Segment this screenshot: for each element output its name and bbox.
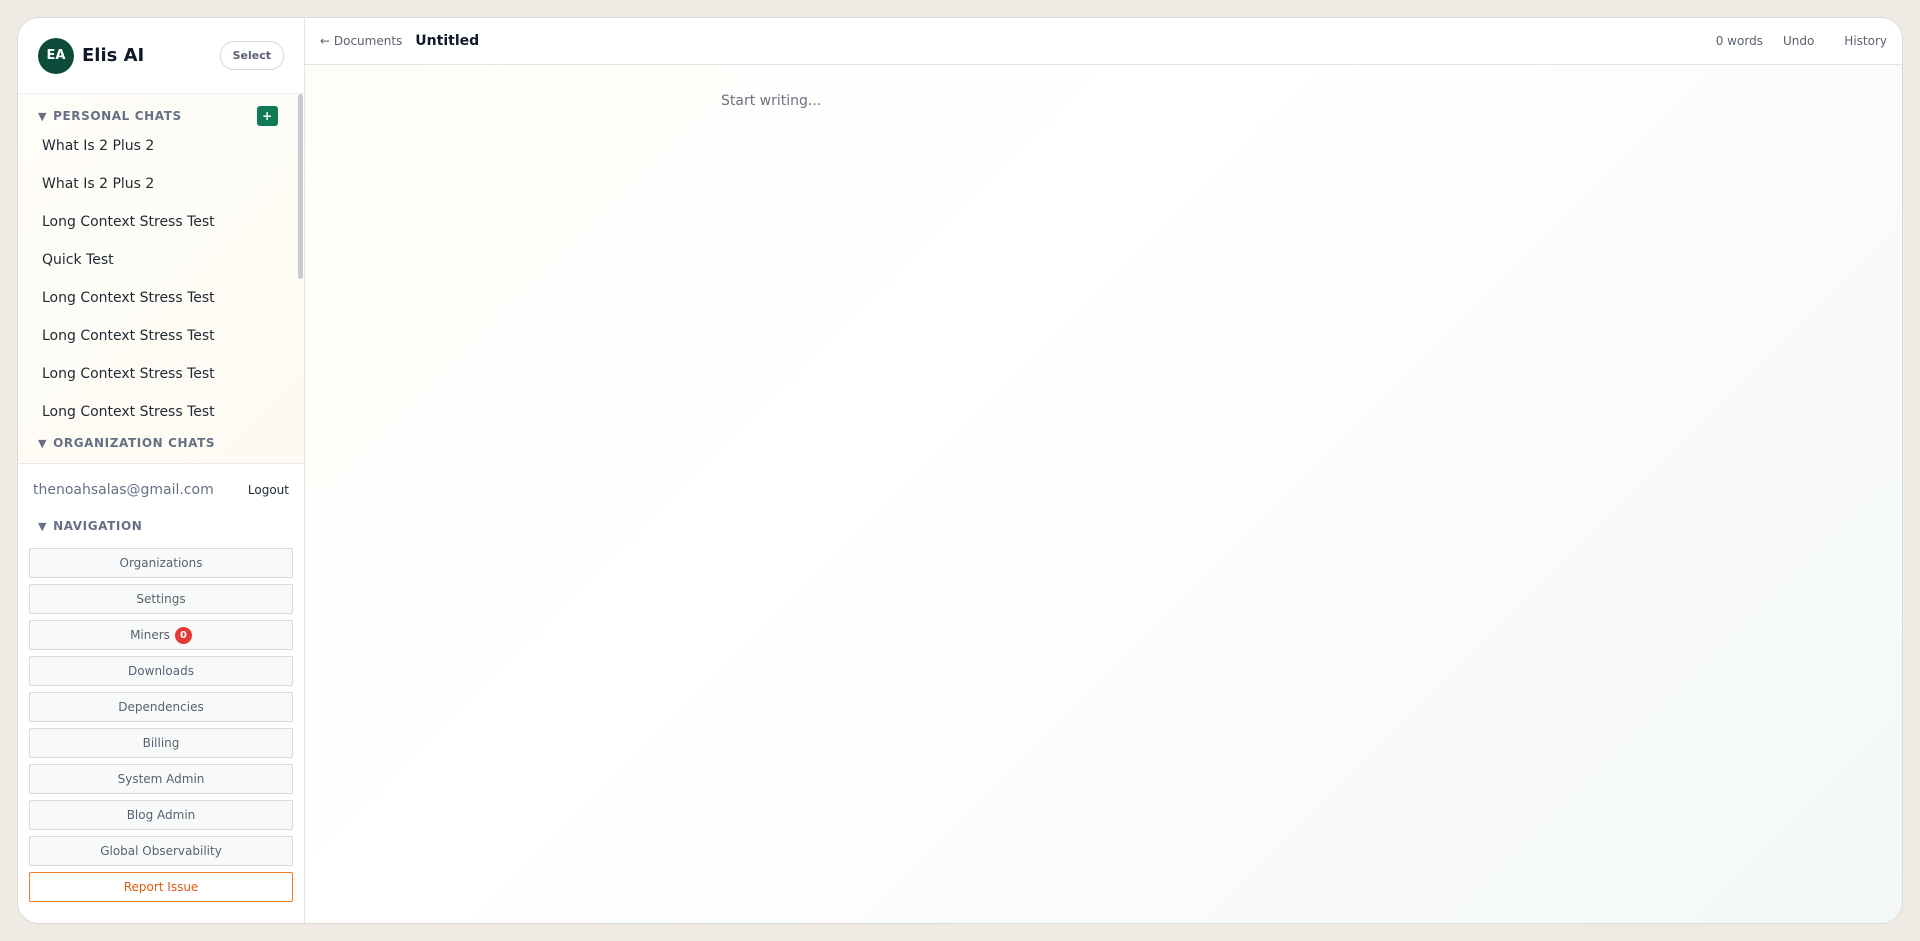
chat-item[interactable]: What Is 2 Plus 2	[18, 165, 304, 203]
nav-organizations-button[interactable]: Organizations	[29, 548, 293, 578]
personal-chat-list: What Is 2 Plus 2 What Is 2 Plus 2 Long C…	[18, 127, 304, 431]
collapse-triangle-icon: ▼	[38, 109, 48, 123]
sidebar-header: EA Elis AI Select	[18, 18, 304, 94]
app-window: EA Elis AI Select ▼ PERSONAL CHATS + Wha…	[17, 17, 1903, 924]
select-button[interactable]: Select	[219, 41, 284, 70]
navigation-header[interactable]: ▼ NAVIGATION	[18, 516, 304, 536]
organization-chats-header[interactable]: ▼ ORGANIZATION CHATS	[18, 433, 304, 453]
editor-toolbar: ← Documents Untitled 0 words Undo Histor…	[305, 18, 1902, 65]
user-email: thenoahsalas@gmail.com	[33, 482, 214, 498]
report-issue-button[interactable]: Report Issue	[29, 872, 293, 902]
avatar[interactable]: EA	[38, 37, 74, 74]
chat-item[interactable]: Long Context Stress Test	[18, 317, 304, 355]
new-chat-button[interactable]: +	[257, 106, 278, 126]
sidebar: EA Elis AI Select ▼ PERSONAL CHATS + Wha…	[18, 18, 305, 923]
nav-system-admin-button[interactable]: System Admin	[29, 764, 293, 794]
navigation-title: NAVIGATION	[53, 519, 143, 533]
nav-billing-button[interactable]: Billing	[29, 728, 293, 758]
document-title[interactable]: Untitled	[415, 33, 1715, 49]
collapse-triangle-icon: ▼	[38, 519, 48, 533]
brand-name: Elis AI	[82, 45, 145, 66]
nav-miners-label: Miners	[130, 628, 170, 642]
user-row: thenoahsalas@gmail.com Logout	[18, 464, 304, 516]
word-count: 0 words	[1715, 34, 1763, 48]
sidebar-footer: thenoahsalas@gmail.com Logout ▼ NAVIGATI…	[18, 464, 304, 923]
nav-miners-button[interactable]: Miners 0	[29, 620, 293, 650]
nav-dependencies-button[interactable]: Dependencies	[29, 692, 293, 722]
personal-chats-header[interactable]: ▼ PERSONAL CHATS +	[18, 105, 304, 127]
undo-button[interactable]: Undo	[1783, 34, 1814, 48]
document-editor[interactable]: Start writing...	[305, 65, 1902, 923]
collapse-triangle-icon: ▼	[38, 436, 48, 450]
back-to-documents-link[interactable]: ← Documents	[320, 34, 402, 48]
organization-chats-title: ORGANIZATION CHATS	[53, 436, 216, 450]
chat-item[interactable]: Long Context Stress Test	[18, 355, 304, 393]
nav-global-observability-button[interactable]: Global Observability	[29, 836, 293, 866]
editor-placeholder: Start writing...	[721, 93, 822, 109]
chat-item[interactable]: Quick Test	[18, 241, 304, 279]
chat-item[interactable]: Long Context Stress Test	[18, 279, 304, 317]
chats-scroll-area[interactable]: ▼ PERSONAL CHATS + What Is 2 Plus 2 What…	[18, 94, 304, 464]
chat-item[interactable]: What Is 2 Plus 2	[18, 127, 304, 165]
history-button[interactable]: History	[1844, 34, 1887, 48]
navigation-list: Organizations Settings Miners 0 Download…	[18, 548, 304, 902]
main-panel: ← Documents Untitled 0 words Undo Histor…	[305, 18, 1902, 923]
nav-settings-button[interactable]: Settings	[29, 584, 293, 614]
miners-count-badge: 0	[174, 626, 192, 644]
nav-downloads-button[interactable]: Downloads	[29, 656, 293, 686]
personal-chats-title: PERSONAL CHATS	[53, 109, 182, 123]
nav-blog-admin-button[interactable]: Blog Admin	[29, 800, 293, 830]
toolbar-right: 0 words Undo History	[1716, 34, 1887, 48]
chats-scrollbar[interactable]	[298, 94, 303, 279]
logout-button[interactable]: Logout	[248, 483, 289, 497]
chat-item[interactable]: Long Context Stress Test	[18, 203, 304, 241]
chat-item[interactable]: Long Context Stress Test	[18, 393, 304, 431]
